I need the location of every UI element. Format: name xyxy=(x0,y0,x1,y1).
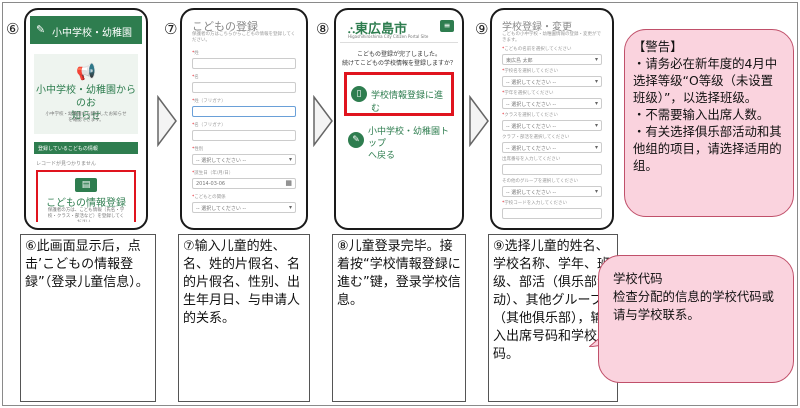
proceed-school-registration-label: 学校情報登録に進む xyxy=(371,91,444,114)
city-logo-subtitle: Higashihiroshima City Citizen Portal Sit… xyxy=(348,34,429,39)
warning-line-1: ・请务必在新年度的4月中选择等级“O等级（未设置班级）”，以选择班级。 xyxy=(633,56,778,105)
field-label-class: *クラスを選択してください xyxy=(502,113,558,118)
relationship-select[interactable]: -- 選択してください -- xyxy=(192,202,296,213)
child-name-select[interactable]: 東広島 太郎 xyxy=(502,54,602,65)
megaphone-icon: 📢 xyxy=(76,62,96,81)
school-code-line-1: 学校代码 xyxy=(613,271,663,286)
id-card-icon: ▤ xyxy=(75,178,97,192)
phone-screen-8: ⛬東広島市 Higashihiroshima City Citizen Port… xyxy=(334,8,464,230)
gender-select[interactable]: -- 選択してください -- xyxy=(192,154,296,165)
caption-step-8: ⑧儿童登录完毕。接着按“学校情報登録に進む”键，登录学校信息。 xyxy=(332,234,466,402)
school-registration-title: 学校登録・変更 xyxy=(502,22,572,33)
other-group-select[interactable]: -- 選択してください -- xyxy=(502,186,602,197)
warning-callout: 【警告】 ・请务必在新年度的4月中选择等级“O等级（未设置班级）”，以选择班级。… xyxy=(624,29,794,217)
phone-screen-6: ✎ 小中学校・幼稚園 📢 小中学校・幼稚園からのお 知らせ 小中学校・幼稚園から… xyxy=(24,8,148,230)
club-select[interactable]: -- 選択してください -- xyxy=(502,142,602,153)
child-info-register-sub: 保護者の方は、こども情報（氏名・学校・クラス・部活など）を登録してください。 xyxy=(47,208,125,222)
school-notice-card[interactable]: 📢 小中学校・幼稚園からのお 知らせ 小中学校・幼稚園から配信したお知らせを確認… xyxy=(34,54,138,134)
field-label-school-code: *学校コードを入力してください xyxy=(502,201,567,206)
school-notice-sub: 小中学校・幼稚園から配信したお知らせを確認できます。 xyxy=(45,112,127,123)
school-header-title: 小中学校・幼稚園 xyxy=(52,28,132,39)
phone-9-display: 学校登録・変更 こどもの小中学校・幼稚園情報の登録・変更ができます。 *こどもの… xyxy=(496,16,608,222)
attendance-number-input[interactable] xyxy=(502,164,602,175)
warning-line-2: ・不需要输入出席人数。 xyxy=(633,107,770,122)
next-arrow-icon xyxy=(469,95,489,147)
school-code-input[interactable] xyxy=(502,208,602,219)
class-select[interactable]: -- 選択してください -- xyxy=(502,120,602,131)
caption-step-7: ⑦输入儿童的姓、名、姓的片假名、名的片假名、性别、出生年月日、与申请人的关系。 xyxy=(178,234,310,402)
school-registration-desc: こどもの小中学校・幼稚園情報の登録・変更ができます。 xyxy=(502,32,601,43)
field-label-school-name: *学校名を選択してください xyxy=(502,69,558,74)
field-label-first-name-kana: *名（フリガナ） xyxy=(192,123,226,128)
back-to-school-top-button[interactable]: ✎ 小中学校・幼稚園トップ へ戻る xyxy=(344,124,454,164)
last-name-input[interactable] xyxy=(192,58,296,69)
school-header-bar: ✎ 小中学校・幼稚園 xyxy=(30,16,142,44)
field-label-other-group: その他のグループを選択してください xyxy=(502,179,578,184)
field-label-last-name: *姓 xyxy=(192,51,199,56)
proceed-school-registration-button[interactable]: ▯ 学校情報登録に進む xyxy=(344,72,454,116)
header-divider xyxy=(340,42,458,43)
school-code-line-2: 检查分配的信息的学校代码或 xyxy=(613,289,775,304)
back-to-school-top-label: 小中学校・幼稚園トップ へ戻る xyxy=(368,127,450,161)
phone-screen-9: 学校登録・変更 こどもの小中学校・幼稚園情報の登録・変更ができます。 *こどもの… xyxy=(490,8,614,230)
grade-select[interactable]: -- 選択してください -- xyxy=(502,98,602,109)
registration-complete-message: こどもの登録が完了しました。 続けてこどもの学校情報を登録しますか？ xyxy=(341,51,456,67)
phone-6-display: ✎ 小中学校・幼稚園 📢 小中学校・幼稚園からのお 知らせ 小中学校・幼稚園から… xyxy=(30,16,142,222)
field-label-club: クラブ・部活を選択してください xyxy=(502,135,570,140)
hamburger-menu-icon[interactable]: ≡ xyxy=(440,20,454,32)
warning-line-3: ・有关选择俱乐部活动和其他组的项目，请选择适用的组。 xyxy=(633,124,782,173)
phone-8-display: ⛬東広島市 Higashihiroshima City Citizen Port… xyxy=(340,16,458,222)
last-name-kana-input[interactable] xyxy=(192,106,296,117)
school-code-callout: 学校代码 检查分配的信息的学校代码或 请与学校联系。 xyxy=(598,255,794,383)
child-registration-desc: 保護者の方はこちらからこどもの情報を登録してください。 xyxy=(192,32,296,43)
step-number-7: ⑦ xyxy=(164,20,178,38)
pencil-icon: ✎ xyxy=(348,132,364,148)
warning-title: 【警告】 xyxy=(633,39,683,54)
no-record-text: レコードが見つかりません xyxy=(36,161,96,167)
step-number-6: ⑥ xyxy=(6,20,20,38)
step-number-9: ⑨ xyxy=(475,20,489,38)
first-name-kana-input[interactable] xyxy=(192,130,296,141)
field-label-grade: *学年を選択してください xyxy=(502,91,554,96)
school-code-line-3: 请与学校联系。 xyxy=(613,307,700,322)
child-info-register-button[interactable]: ▤ こどもの情報登録 保護者の方は、こども情報（氏名・学校・クラス・部活など）を… xyxy=(36,170,136,222)
field-label-relationship: *こどもとの関係 xyxy=(192,195,226,200)
field-label-child-name: *こどもの名前を選択してください xyxy=(502,47,572,52)
next-arrow-icon xyxy=(313,95,333,147)
pencil-icon: ✎ xyxy=(36,23,46,36)
birthday-input[interactable]: 2014-03-06 xyxy=(192,178,296,189)
next-arrow-icon xyxy=(157,95,177,147)
school-name-select[interactable]: -- 選択してください -- xyxy=(502,76,602,87)
phone-7-display: こどもの登録 保護者の方はこちらからこどもの情報を登録してください。 *姓 *名… xyxy=(186,16,302,222)
document-icon: ▯ xyxy=(351,86,367,102)
field-label-first-name: *名 xyxy=(192,75,199,80)
caption-step-6: ⑥此画面显示后，点击’こどもの情報登録”（登录儿童信息）。 xyxy=(20,234,156,402)
field-label-last-name-kana: *姓（フリガナ） xyxy=(192,99,226,104)
registered-children-bar: 登録しているこどもの情報 xyxy=(34,142,138,154)
field-label-birthday: *誕生日（年/月/日） xyxy=(192,171,234,176)
child-info-register-label: こどもの情報登録 xyxy=(46,198,126,209)
first-name-input[interactable] xyxy=(192,82,296,93)
step-number-8: ⑧ xyxy=(316,20,330,38)
field-label-gender: *性別 xyxy=(192,147,204,152)
field-label-attendance-number: 出席番号を入力してください xyxy=(502,157,561,162)
phone-screen-7: こどもの登録 保護者の方はこちらからこどもの情報を登録してください。 *姓 *名… xyxy=(180,8,308,230)
